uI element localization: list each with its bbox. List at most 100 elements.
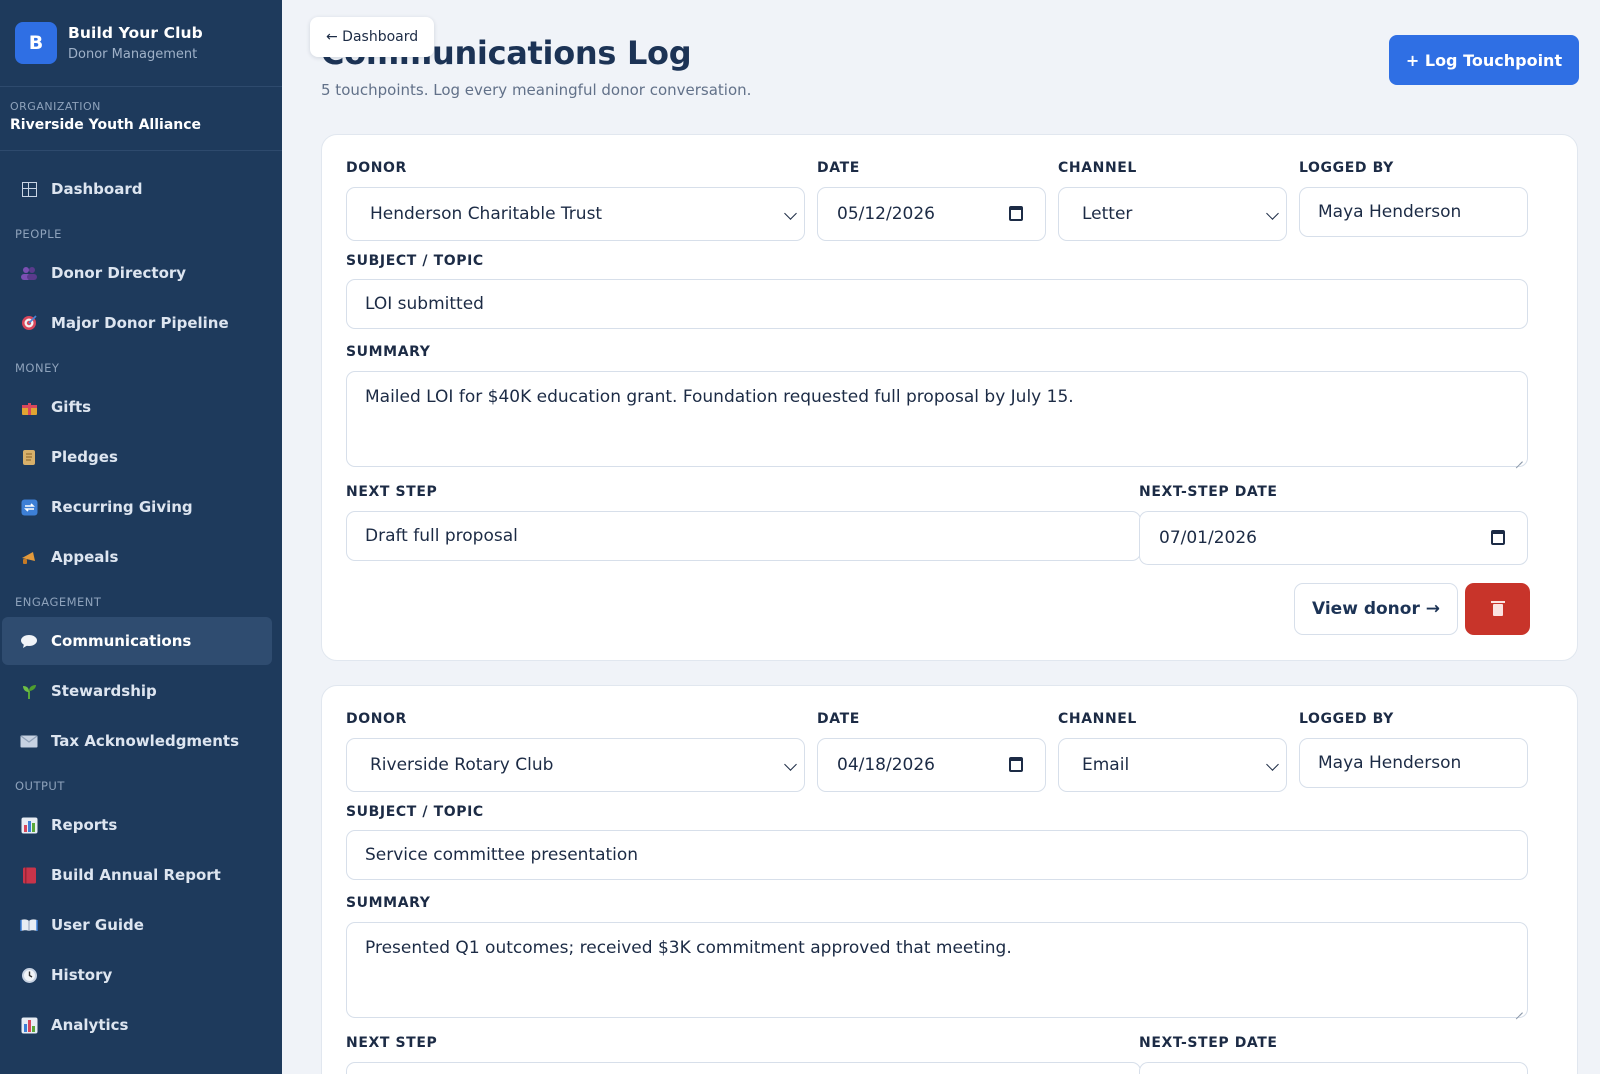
donor-select[interactable]: Henderson Charitable Trust (346, 187, 805, 241)
sidebar-item-user-guide[interactable]: User Guide (2, 901, 272, 949)
organization-name: Riverside Youth Alliance (10, 117, 202, 133)
next-step-date-input[interactable]: 07/01/2026 (1139, 511, 1528, 565)
next-step-date-input[interactable] (1139, 1062, 1528, 1074)
brand-title: Build Your Club (68, 24, 203, 42)
sidebar-nav: Dashboard PEOPLE Donor Directory Major D… (0, 151, 282, 1049)
date-input[interactable]: 04/18/2026 (817, 738, 1046, 792)
sidebar-item-label: Communications (51, 632, 192, 650)
resize-grip-icon[interactable] (1514, 453, 1524, 463)
delete-touchpoint-button[interactable] (1465, 583, 1530, 635)
subject-input[interactable]: LOI submitted (346, 279, 1528, 329)
nav-section-money: MONEY (15, 361, 60, 375)
sidebar-item-gifts[interactable]: Gifts (2, 383, 272, 431)
log-touchpoint-button[interactable]: + Log Touchpoint (1389, 35, 1579, 85)
sidebar-item-appeals[interactable]: Appeals (2, 533, 272, 581)
summary-value: Mailed LOI for $40K education grant. Fou… (365, 387, 1074, 407)
sidebar-item-major-donor-pipeline[interactable]: Major Donor Pipeline (2, 299, 272, 347)
sidebar-item-label: Major Donor Pipeline (51, 314, 229, 332)
next-step-value: Draft full proposal (365, 526, 518, 546)
open-book-icon (18, 914, 40, 936)
logged-by-label: LOGGED BY (1299, 711, 1394, 727)
gift-icon (18, 396, 40, 418)
subject-value: LOI submitted (365, 294, 484, 314)
book-icon (18, 864, 40, 886)
next-step-date-value: 07/01/2026 (1159, 528, 1257, 548)
donor-select[interactable]: Riverside Rotary Club (346, 738, 805, 792)
summary-textarea[interactable]: Mailed LOI for $40K education grant. Fou… (346, 371, 1528, 467)
sidebar-item-build-annual-report[interactable]: Build Annual Report (2, 851, 272, 899)
seedling-icon (18, 680, 40, 702)
trash-icon (1490, 601, 1505, 616)
scroll-icon (18, 446, 40, 468)
sidebar-item-label: Pledges (51, 448, 118, 466)
touchpoint-card: DONOR DATE CHANNEL LOGGED BY Henderson C… (321, 134, 1578, 661)
subject-value: Service committee presentation (365, 845, 639, 865)
organization-label: ORGANIZATION (10, 100, 101, 113)
date-label: DATE (817, 711, 860, 727)
calendar-icon[interactable] (1491, 530, 1505, 545)
resize-grip-icon[interactable] (1514, 1004, 1524, 1014)
summary-label: SUMMARY (346, 344, 431, 360)
sidebar-item-label: Recurring Giving (51, 498, 193, 516)
channel-label: CHANNEL (1058, 160, 1137, 176)
sidebar-item-label: Analytics (51, 1016, 129, 1034)
channel-select[interactable]: Email (1058, 738, 1287, 792)
summary-label: SUMMARY (346, 895, 431, 911)
calendar-icon[interactable] (1009, 206, 1023, 221)
subject-label: SUBJECT / TOPIC (346, 253, 484, 269)
sidebar-item-label: Gifts (51, 398, 92, 416)
date-label: DATE (817, 160, 860, 176)
nav-section-engagement: ENGAGEMENT (15, 595, 102, 609)
sidebar-item-history[interactable]: History (2, 951, 272, 999)
sidebar-item-stewardship[interactable]: Stewardship (2, 667, 272, 715)
envelope-icon (18, 730, 40, 752)
channel-select[interactable]: Letter (1058, 187, 1287, 241)
date-value: 04/18/2026 (837, 755, 935, 775)
nav-section-output: OUTPUT (15, 779, 65, 793)
logged-by-input[interactable]: Maya Henderson (1299, 738, 1528, 788)
donor-select-value: Riverside Rotary Club (370, 755, 554, 775)
chevron-down-icon (1266, 758, 1279, 771)
logged-by-value: Maya Henderson (1318, 753, 1462, 773)
next-step-date-label: NEXT-STEP DATE (1139, 1035, 1278, 1051)
page-subtitle: 5 touchpoints. Log every meaningful dono… (321, 81, 752, 99)
donor-label: DONOR (346, 711, 407, 727)
brand: B Build Your Club Donor Management (0, 0, 282, 87)
logged-by-input[interactable]: Maya Henderson (1299, 187, 1528, 237)
brand-subtitle: Donor Management (68, 47, 198, 62)
analytics-chart-icon (18, 1014, 40, 1036)
date-value: 05/12/2026 (837, 204, 935, 224)
people-icon (18, 262, 40, 284)
sidebar-item-analytics[interactable]: Analytics (2, 1001, 272, 1049)
sidebar: B Build Your Club Donor Management ORGAN… (0, 0, 282, 1074)
sidebar-item-label: Build Annual Report (51, 866, 221, 884)
dashboard-grid-icon (18, 178, 40, 200)
sidebar-item-dashboard[interactable]: Dashboard (2, 165, 272, 213)
sidebar-item-recurring-giving[interactable]: Recurring Giving (2, 483, 272, 531)
sidebar-item-communications[interactable]: Communications (2, 617, 272, 665)
back-to-dashboard-button[interactable]: ← Dashboard (310, 17, 435, 57)
date-input[interactable]: 05/12/2026 (817, 187, 1046, 241)
next-step-input[interactable]: Draft full proposal (346, 511, 1141, 561)
brand-logo: B (15, 22, 57, 64)
calendar-icon[interactable] (1009, 757, 1023, 772)
sidebar-item-label: Donor Directory (51, 264, 187, 282)
sidebar-item-tax-acknowledgments[interactable]: Tax Acknowledgments (2, 717, 272, 765)
target-icon (18, 312, 40, 334)
sidebar-item-label: Reports (51, 816, 118, 834)
chevron-down-icon (784, 207, 797, 220)
sidebar-item-label: History (51, 966, 113, 984)
next-step-input[interactable] (346, 1062, 1141, 1074)
summary-textarea[interactable]: Presented Q1 outcomes; received $3K comm… (346, 922, 1528, 1018)
subject-label: SUBJECT / TOPIC (346, 804, 484, 820)
channel-select-value: Email (1082, 755, 1130, 775)
sidebar-item-reports[interactable]: Reports (2, 801, 272, 849)
chevron-down-icon (1266, 207, 1279, 220)
sidebar-item-pledges[interactable]: Pledges (2, 433, 272, 481)
sidebar-item-label: User Guide (51, 916, 144, 934)
sidebar-item-donor-directory[interactable]: Donor Directory (2, 249, 272, 297)
summary-value: Presented Q1 outcomes; received $3K comm… (365, 938, 1012, 958)
logged-by-label: LOGGED BY (1299, 160, 1394, 176)
subject-input[interactable]: Service committee presentation (346, 830, 1528, 880)
view-donor-button[interactable]: View donor → (1294, 583, 1458, 635)
